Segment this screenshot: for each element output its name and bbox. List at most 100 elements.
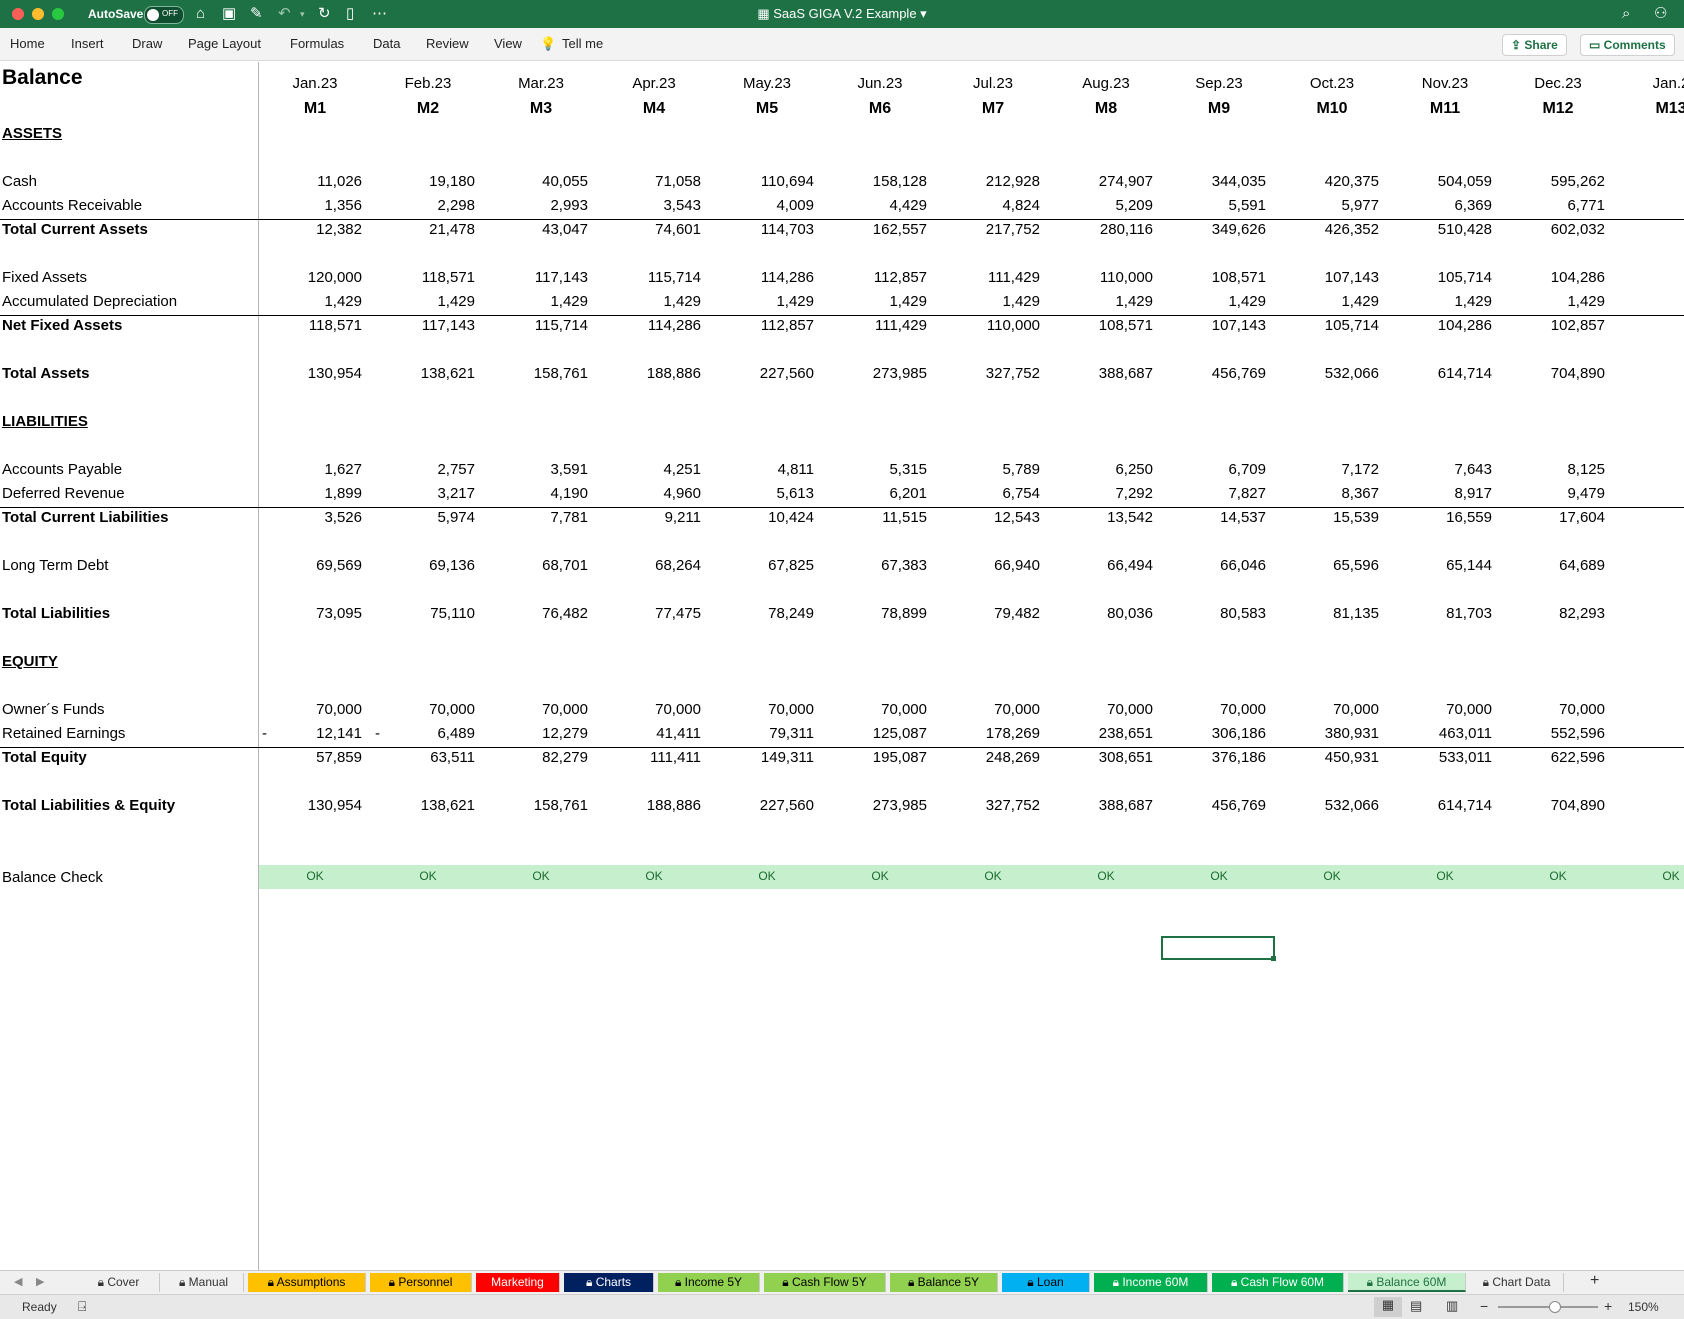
balance-check-ok[interactable]: OK <box>599 869 709 883</box>
tell-me-input[interactable]: Tell me <box>562 36 603 51</box>
balance-check-ok[interactable]: OK <box>373 869 483 883</box>
value-cell[interactable]: 108,571 <box>1166 268 1266 288</box>
sheet-tab[interactable]: 🔒︎ Chart Data <box>1470 1273 1564 1292</box>
new-doc-icon[interactable]: ▯ <box>346 5 354 23</box>
value-cell[interactable]: 4,960 <box>601 484 701 504</box>
value-cell[interactable]: 7,292 <box>1053 484 1153 504</box>
value-cell[interactable]: 149,311 <box>714 748 814 768</box>
row-label[interactable]: Total Current Liabilities <box>2 508 168 528</box>
value-cell[interactable]: 102,857 <box>1505 316 1605 336</box>
value-cell[interactable]: 624 <box>1618 724 1684 744</box>
tab-page-layout[interactable]: Page Layout <box>188 36 261 51</box>
value-cell[interactable]: 1,429 <box>1279 292 1379 312</box>
value-cell[interactable]: 614,714 <box>1392 796 1492 816</box>
value-cell[interactable]: 217,752 <box>940 220 1040 240</box>
more-icon[interactable]: ⋯ <box>372 5 387 23</box>
value-cell[interactable]: 68,701 <box>488 556 588 576</box>
redo-icon[interactable]: ↻ <box>318 5 331 23</box>
value-cell[interactable]: 40,055 <box>488 172 588 192</box>
value-cell[interactable]: 4,009 <box>714 196 814 216</box>
value-cell[interactable]: 327,752 <box>940 364 1040 384</box>
value-cell[interactable]: 5,613 <box>714 484 814 504</box>
value-cell[interactable]: 66,940 <box>940 556 1040 576</box>
value-cell[interactable]: 7,827 <box>1166 484 1266 504</box>
value-cell[interactable]: 69,136 <box>375 556 475 576</box>
value-cell[interactable]: 532,066 <box>1279 796 1379 816</box>
value-cell[interactable]: 10,424 <box>714 508 814 528</box>
value-cell[interactable]: 8,917 <box>1392 484 1492 504</box>
sheet-tab[interactable]: 🔒︎ Balance 60M <box>1348 1273 1466 1292</box>
value-cell[interactable]: 6,771 <box>1505 196 1605 216</box>
tab-review[interactable]: Review <box>426 36 469 51</box>
value-cell[interactable]: 108,571 <box>1053 316 1153 336</box>
value-cell[interactable]: 4,811 <box>714 460 814 480</box>
value-cell[interactable]: 110,000 <box>940 316 1040 336</box>
value-cell[interactable]: 420,375 <box>1279 172 1379 192</box>
value-cell[interactable]: 5,591 <box>1166 196 1266 216</box>
value-cell[interactable]: 70,000 <box>375 700 475 720</box>
value-cell[interactable]: 8,125 <box>1505 460 1605 480</box>
tab-data[interactable]: Data <box>373 36 400 51</box>
value-cell[interactable]: 105,714 <box>1279 316 1379 336</box>
value-cell[interactable]: 70,000 <box>1166 700 1266 720</box>
value-cell[interactable]: 74,601 <box>601 220 701 240</box>
value-cell[interactable]: 101 <box>1618 316 1684 336</box>
value-cell[interactable]: 6,250 <box>1053 460 1153 480</box>
value-cell[interactable]: 114,286 <box>714 268 814 288</box>
value-cell[interactable]: 81,703 <box>1392 604 1492 624</box>
value-cell[interactable]: 273,985 <box>827 796 927 816</box>
value-cell[interactable]: 376,186 <box>1166 748 1266 768</box>
value-cell[interactable]: 158,761 <box>488 796 588 816</box>
value-cell[interactable]: 70,000 <box>1279 700 1379 720</box>
balance-check-ok[interactable]: OK <box>1164 869 1274 883</box>
value-cell[interactable]: 125,087 <box>827 724 927 744</box>
balance-check-ok[interactable]: OK <box>1390 869 1500 883</box>
value-cell[interactable]: 70,000 <box>827 700 927 720</box>
value-cell[interactable]: 7,172 <box>1279 460 1379 480</box>
value-cell[interactable]: 70,000 <box>1505 700 1605 720</box>
next-sheet-arrow-icon[interactable]: ▶ <box>36 1275 44 1288</box>
value-cell[interactable]: 82 <box>1618 604 1684 624</box>
value-cell[interactable]: 11,026 <box>262 172 362 192</box>
value-cell[interactable]: 9,211 <box>601 508 701 528</box>
value-cell[interactable]: 115,714 <box>488 316 588 336</box>
value-cell[interactable]: 1,429 <box>1053 292 1153 312</box>
value-cell[interactable]: 17,604 <box>1505 508 1605 528</box>
value-cell[interactable]: 5,974 <box>375 508 475 528</box>
row-label[interactable]: Deferred Revenue <box>2 484 125 504</box>
value-cell[interactable]: 7 <box>1618 196 1684 216</box>
value-cell[interactable]: 65,144 <box>1392 556 1492 576</box>
row-label[interactable]: Total Equity <box>2 748 87 768</box>
value-cell[interactable]: 80,036 <box>1053 604 1153 624</box>
sheet-tab[interactable]: 🔒︎ Loan <box>1002 1273 1090 1292</box>
chevron-down-icon[interactable]: ▾ <box>300 5 305 23</box>
value-cell[interactable]: 248,269 <box>940 748 1040 768</box>
value-cell[interactable]: 668 <box>1618 172 1684 192</box>
undo-icon[interactable]: ↶ <box>278 5 291 23</box>
value-cell[interactable]: 7,781 <box>488 508 588 528</box>
value-cell[interactable]: 1,429 <box>1392 292 1492 312</box>
tab-home[interactable]: Home <box>10 36 45 51</box>
value-cell[interactable]: 57,859 <box>262 748 362 768</box>
value-cell[interactable]: 614,714 <box>1392 364 1492 384</box>
balance-check-ok[interactable]: OK <box>1616 869 1684 883</box>
value-cell[interactable]: 130,954 <box>262 364 362 384</box>
accessibility-icon[interactable]: ⍈ <box>78 1298 86 1315</box>
zoom-slider-thumb[interactable] <box>1549 1301 1561 1313</box>
value-cell[interactable]: 274,907 <box>1053 172 1153 192</box>
value-cell[interactable]: 70,000 <box>1392 700 1492 720</box>
value-cell[interactable]: 676 <box>1618 220 1684 240</box>
value-cell[interactable]: 120,000 <box>262 268 362 288</box>
row-label[interactable]: Retained Earnings <box>2 724 125 744</box>
value-cell[interactable]: 70,000 <box>488 700 588 720</box>
zoom-in-button[interactable]: + <box>1604 1298 1612 1314</box>
value-cell[interactable]: 19,180 <box>375 172 475 192</box>
value-cell[interactable]: 111,429 <box>940 268 1040 288</box>
sheet-tab[interactable]: 🔒︎ Manual <box>164 1273 244 1292</box>
value-cell[interactable]: 118,571 <box>262 316 362 336</box>
value-cell[interactable]: 3,526 <box>262 508 362 528</box>
value-cell[interactable]: 130,954 <box>262 796 362 816</box>
value-cell[interactable]: 552,596 <box>1505 724 1605 744</box>
value-cell[interactable]: 178,269 <box>940 724 1040 744</box>
value-cell[interactable]: 12,382 <box>262 220 362 240</box>
